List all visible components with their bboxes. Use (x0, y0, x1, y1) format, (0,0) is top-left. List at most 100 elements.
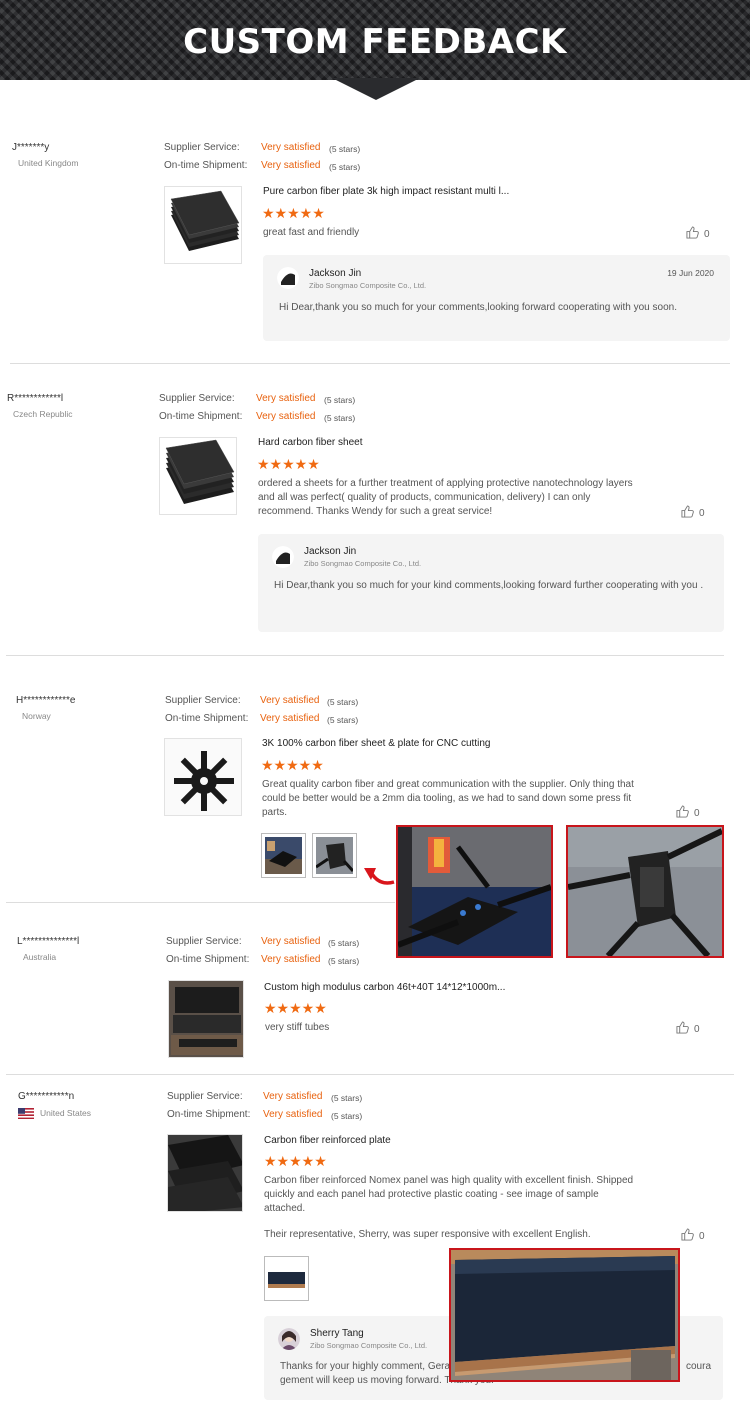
reply-name: Sherry Tang (310, 1328, 364, 1339)
product-title[interactable]: Custom high modulus carbon 46t+40T 14*12… (264, 982, 505, 993)
reply-company: Zibo Songmao Composite Co., Ltd. (309, 281, 427, 290)
like-button[interactable]: 0 (676, 805, 700, 821)
like-button[interactable]: 0 (681, 505, 705, 521)
reviewer-name: J*******y (12, 142, 50, 153)
ontime-shipment-stars: (5 stars) (327, 715, 359, 725)
review-divider (6, 902, 395, 903)
reply-avatar (272, 546, 294, 568)
supplier-service-stars: (5 stars) (331, 1093, 363, 1103)
reviewer-country-label: United States (40, 1108, 92, 1118)
product-image[interactable] (164, 186, 242, 264)
reply-text: Hi Dear,thank you so much for your kind … (274, 580, 704, 591)
review-divider (10, 363, 730, 364)
product-title[interactable]: Pure carbon fiber plate 3k high impact r… (263, 186, 509, 197)
supplier-service-label: Supplier Service: (166, 936, 242, 947)
product-image[interactable] (164, 738, 242, 816)
supplier-service-value: Very satisfied (261, 936, 321, 947)
supplier-service-value: Very satisfied (256, 393, 316, 404)
supplier-service-stars: (5 stars) (329, 144, 361, 154)
supplier-service-label: Supplier Service: (159, 393, 235, 404)
rating-stars: ★★★★★ (264, 1153, 327, 1169)
rating-stars: ★★★★★ (257, 456, 320, 472)
reply-text-tail: coura (686, 1361, 712, 1372)
like-button[interactable]: 0 (676, 1021, 700, 1037)
supplier-service-label: Supplier Service: (165, 695, 241, 706)
ontime-shipment-value: Very satisfied (256, 411, 316, 422)
like-count: 0 (694, 807, 700, 819)
reply-company: Zibo Songmao Composite Co., Ltd. (304, 559, 422, 568)
like-count: 0 (699, 507, 705, 519)
ontime-shipment-stars: (5 stars) (329, 162, 361, 172)
thumbs-up-icon (676, 805, 689, 821)
reviewer-name: R************l (7, 393, 64, 404)
product-image[interactable] (168, 980, 244, 1058)
reviewer-country: United Kingdom (18, 158, 79, 168)
ontime-shipment-label: On-time Shipment: (165, 713, 249, 724)
rating-stars: ★★★★★ (262, 205, 325, 221)
customer-photo[interactable] (396, 825, 553, 958)
reply-text: Hi Dear,thank you so much for your comme… (279, 302, 677, 313)
like-button[interactable]: 0 (681, 1228, 705, 1244)
product-title[interactable]: Carbon fiber reinforced plate (264, 1135, 391, 1146)
thumbs-up-icon (681, 505, 694, 521)
page-title: CUSTOM FEEDBACK (183, 22, 567, 62)
supplier-service-stars: (5 stars) (324, 395, 356, 405)
review-photo-thumbnail[interactable] (261, 833, 306, 878)
reviewer-country: United States (18, 1108, 92, 1120)
reply-name: Jackson Jin (309, 268, 362, 279)
customer-photo[interactable] (449, 1248, 680, 1382)
product-title[interactable]: Hard carbon fiber sheet (258, 437, 363, 448)
ontime-shipment-label: On-time Shipment: (159, 411, 243, 422)
product-title[interactable]: 3K 100% carbon fiber sheet & plate for C… (262, 738, 490, 749)
ontime-shipment-stars: (5 stars) (328, 956, 360, 966)
reply-name: Jackson Jin (304, 546, 357, 557)
reply-avatar (278, 1328, 300, 1350)
ontime-shipment-label: On-time Shipment: (167, 1109, 251, 1120)
supplier-reply: Jackson Jin Zibo Songmao Composite Co., … (263, 255, 730, 341)
like-count: 0 (694, 1023, 700, 1035)
like-count: 0 (704, 228, 710, 240)
reply-date: 19 Jun 2020 (667, 268, 714, 278)
ontime-shipment-value: Very satisfied (261, 160, 321, 171)
ontime-shipment-value: Very satisfied (261, 954, 321, 965)
rating-stars: ★★★★★ (264, 1000, 327, 1016)
ontime-shipment-stars: (5 stars) (331, 1111, 363, 1121)
review-comment: Carbon fiber reinforced Nomex panel was … (264, 1175, 634, 1214)
rating-stars: ★★★★★ (261, 757, 324, 773)
review-divider (6, 1074, 734, 1075)
review-comment-extra: Their representative, Sherry, was super … (264, 1229, 591, 1240)
supplier-service-label: Supplier Service: (164, 142, 240, 153)
like-button[interactable]: 0 (686, 226, 710, 242)
product-image[interactable] (167, 1134, 243, 1212)
reply-avatar (277, 267, 299, 289)
thumbs-up-icon (676, 1021, 689, 1037)
thumbs-up-icon (681, 1228, 694, 1244)
ontime-shipment-value: Very satisfied (263, 1109, 323, 1120)
red-arrow-icon (360, 860, 396, 890)
reviewer-name: G***********n (18, 1091, 75, 1102)
thumbs-up-icon (686, 226, 699, 242)
supplier-service-stars: (5 stars) (327, 697, 359, 707)
review-photo-thumbnail[interactable] (312, 833, 357, 878)
supplier-service-value: Very satisfied (263, 1091, 323, 1102)
review-comment: very stiff tubes (265, 1022, 330, 1033)
review-comment: Great quality carbon fiber and great com… (262, 779, 634, 818)
reviewer-name: H************e (16, 695, 76, 706)
reviewer-name: L**************l (17, 936, 80, 947)
review-divider (6, 655, 724, 656)
supplier-service-value: Very satisfied (261, 142, 321, 153)
review-photo-thumbnail[interactable] (264, 1256, 309, 1301)
reply-text: Thanks for your highly comment, Gera (280, 1361, 451, 1372)
customer-photo[interactable] (566, 825, 724, 958)
us-flag-icon (18, 1108, 34, 1120)
banner-notch (332, 78, 420, 100)
like-count: 0 (699, 1230, 705, 1242)
reviewer-country: Norway (22, 711, 51, 721)
reply-company: Zibo Songmao Composite Co., Ltd. (310, 1341, 428, 1350)
supplier-service-label: Supplier Service: (167, 1091, 243, 1102)
review-comment: great fast and friendly (263, 227, 360, 238)
supplier-service-stars: (5 stars) (328, 938, 360, 948)
reviewer-country: Australia (23, 952, 57, 962)
product-image[interactable] (159, 437, 237, 515)
ontime-shipment-label: On-time Shipment: (164, 160, 248, 171)
